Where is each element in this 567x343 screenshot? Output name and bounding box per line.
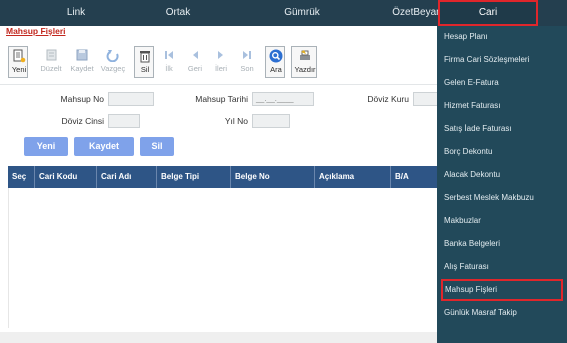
first-button[interactable]: İlk	[159, 46, 179, 78]
mahsup-tarihi-input[interactable]: __.__.____	[252, 92, 314, 106]
print-label: Yazdır	[294, 65, 316, 74]
cancel-label: Vazgeç	[100, 64, 126, 73]
menu-item-mahsup-fisleri[interactable]: Mahsup Fişleri	[441, 279, 563, 301]
new-label: Yeni	[11, 65, 27, 74]
menu-item-alis-faturasi[interactable]: Alış Faturası	[441, 256, 563, 278]
yil-no-input[interactable]	[252, 114, 290, 128]
yil-no-label: Yıl No	[224, 116, 248, 126]
search-button[interactable]: Ara	[265, 46, 285, 78]
mahsup-no-label: Mahsup No	[60, 94, 104, 104]
search-icon	[269, 49, 283, 63]
previous-button[interactable]: Geri	[185, 46, 205, 78]
undo-icon	[106, 50, 119, 62]
trash-icon	[140, 51, 150, 63]
print-icon	[300, 50, 310, 60]
doviz-kuru-input[interactable]	[413, 92, 437, 106]
edit-icon	[46, 49, 57, 61]
delete-button[interactable]: Sil	[134, 46, 154, 78]
top-nav-bar: Link Ortak Gümrük ÖzetBeyan Cari	[0, 0, 567, 26]
page-title: Mahsup Fişleri	[6, 26, 66, 36]
bottom-strip	[0, 332, 437, 343]
menu-item-alacak-dekontu[interactable]: Alacak Dekontu	[441, 164, 563, 186]
menu-item-borc-dekontu[interactable]: Borç Dekontu	[441, 141, 563, 163]
last-label: Son	[240, 64, 254, 73]
delete-record-button[interactable]: Sil	[140, 137, 174, 156]
doviz-kuru-label: Döviz Kuru	[367, 94, 409, 104]
search-label: Ara	[270, 65, 282, 74]
doviz-cinsi-label: Döviz Cinsi	[61, 116, 104, 126]
previous-icon	[193, 51, 198, 59]
app-window: { "topnav": { "items": [ {"label": "Link…	[0, 0, 567, 343]
menu-item-hesap-plani[interactable]: Hesap Planı	[441, 26, 563, 48]
next-button[interactable]: İleri	[211, 46, 231, 78]
column-header-ba[interactable]: B/A	[390, 166, 437, 188]
cari-dropdown-menu: Hesap Planı Firma Cari Sözleşmeleri Gele…	[437, 26, 567, 343]
menu-item-banka-belgeleri[interactable]: Banka Belgeleri	[441, 233, 563, 255]
mahsup-no-input[interactable]	[108, 92, 154, 106]
menu-item-satis-iade-faturasi[interactable]: Satış İade Faturası	[441, 118, 563, 140]
save-button[interactable]: Kaydet	[70, 46, 94, 78]
new-record-button[interactable]: Yeni	[24, 137, 68, 156]
nav-cari[interactable]: Cari	[438, 0, 538, 26]
first-record-icon	[165, 51, 173, 59]
next-icon	[218, 51, 223, 59]
new-button[interactable]: Yeni	[8, 46, 28, 78]
column-header-sec[interactable]: Seç	[8, 166, 34, 188]
menu-item-hizmet-faturasi[interactable]: Hizmet Faturası	[441, 95, 563, 117]
column-header-belge-no[interactable]: Belge No	[230, 166, 314, 188]
column-header-belge-tipi[interactable]: Belge Tipi	[156, 166, 230, 188]
column-header-aciklama[interactable]: Açıklama	[314, 166, 390, 188]
nav-link[interactable]: Link	[52, 0, 100, 26]
menu-item-firma-cari-sozlesmeleri[interactable]: Firma Cari Sözleşmeleri	[441, 49, 563, 71]
column-header-cari-adi[interactable]: Cari Adı	[96, 166, 156, 188]
menu-item-gunluk-masraf-takip[interactable]: Günlük Masraf Takip	[441, 302, 563, 324]
menu-item-serbest-meslek-makbuzu[interactable]: Serbest Meslek Makbuzu	[441, 187, 563, 209]
last-button[interactable]: Son	[237, 46, 257, 78]
table-header: Seç Cari Kodu Cari Adı Belge Tipi Belge …	[8, 166, 437, 188]
edit-button[interactable]: Düzelt	[40, 46, 62, 78]
menu-item-makbuzlar[interactable]: Makbuzlar	[441, 210, 563, 232]
save-label: Kaydet	[70, 64, 94, 73]
cancel-button[interactable]: Vazgeç	[101, 46, 125, 78]
mahsup-tarihi-label: Mahsup Tarihi	[195, 94, 248, 104]
column-header-cari-kodu[interactable]: Cari Kodu	[34, 166, 96, 188]
edit-label: Düzelt	[40, 64, 62, 73]
toolbar-divider	[0, 84, 437, 85]
nav-gumruk[interactable]: Gümrük	[270, 0, 334, 26]
print-button[interactable]: Yazdır	[291, 46, 317, 78]
menu-item-gelen-e-fatura[interactable]: Gelen E-Fatura	[441, 72, 563, 94]
table-body	[8, 188, 437, 328]
last-record-icon	[243, 51, 251, 59]
save-record-button[interactable]: Kaydet	[74, 137, 134, 156]
save-icon	[76, 49, 88, 61]
doviz-cinsi-input[interactable]	[108, 114, 140, 128]
new-doc-icon	[13, 49, 26, 63]
nav-ortak[interactable]: Ortak	[150, 0, 206, 26]
